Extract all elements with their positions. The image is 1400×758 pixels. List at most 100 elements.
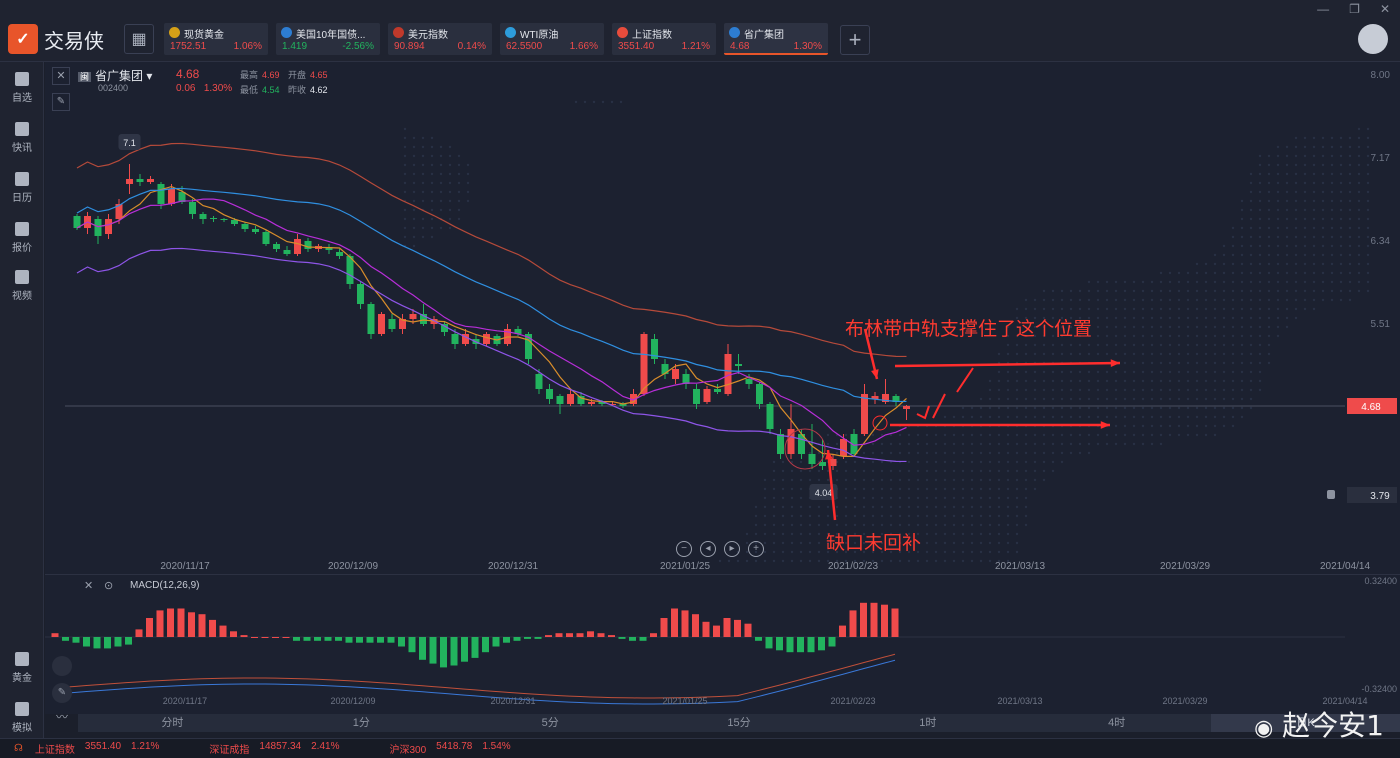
prev-button[interactable]: ◂ bbox=[700, 541, 716, 557]
map-dot bbox=[1258, 172, 1262, 176]
map-dot bbox=[412, 235, 416, 239]
symbol-tab[interactable]: WTI原油 62.5500 1.66% bbox=[500, 23, 604, 55]
map-dot bbox=[961, 415, 965, 419]
map-dot bbox=[1348, 190, 1352, 194]
sidebar-item-3[interactable]: 报价 bbox=[0, 222, 44, 254]
macd-close-button[interactable]: ✕ bbox=[84, 579, 93, 592]
edit-icon[interactable]: ✎ bbox=[52, 683, 72, 703]
map-dot bbox=[853, 478, 857, 482]
map-dot bbox=[1231, 397, 1235, 401]
map-dot bbox=[817, 523, 821, 527]
sidebar-item-1[interactable]: 快讯 bbox=[0, 122, 44, 154]
map-dot bbox=[925, 541, 929, 545]
macd-bar bbox=[587, 631, 594, 637]
symbol-tab[interactable]: 现货黄金 1752.51 1.06% bbox=[164, 23, 268, 55]
period-1[interactable]: 1分 bbox=[267, 714, 456, 732]
open-value: 开盘 4.65 bbox=[288, 70, 328, 80]
candle-body bbox=[388, 319, 396, 329]
sidebar-item-6[interactable]: 模拟 bbox=[0, 702, 44, 734]
sidebar-item-2[interactable]: 日历 bbox=[0, 172, 44, 204]
map-dot bbox=[1132, 379, 1136, 383]
map-dot bbox=[1186, 424, 1190, 428]
map-dot bbox=[718, 559, 722, 563]
next-button[interactable]: ▸ bbox=[724, 541, 740, 557]
status-index[interactable]: 深证成指 14857.34 2.41% bbox=[209, 741, 339, 756]
status-index[interactable]: 沪深300 5418.78 1.54% bbox=[389, 741, 510, 756]
sidebar-item-4[interactable]: 视频 bbox=[0, 270, 44, 302]
map-dot bbox=[439, 226, 443, 230]
map-dot bbox=[1285, 307, 1289, 311]
symbol-tab[interactable]: 上证指数 3551.40 1.21% bbox=[612, 23, 716, 55]
map-dot bbox=[799, 541, 803, 545]
zoom-in-button[interactable]: + bbox=[748, 541, 764, 557]
map-dot bbox=[1204, 298, 1208, 302]
map-dot bbox=[1294, 316, 1298, 320]
draw-tool-button[interactable]: ✎ bbox=[52, 93, 70, 111]
map-dot bbox=[1231, 298, 1235, 302]
stock-name[interactable]: 闽省广集团 ▾ bbox=[78, 67, 152, 84]
map-dot bbox=[1303, 145, 1307, 149]
map-dot bbox=[1015, 532, 1019, 536]
map-dot bbox=[1186, 415, 1190, 419]
top-bar: ✓ 交易侠 ▦ 现货黄金 1752.51 1.06% 美国10年国债... 1.419-… bbox=[0, 0, 1400, 62]
add-tab-button[interactable]: + bbox=[840, 25, 870, 55]
map-dot bbox=[1321, 172, 1325, 176]
close-icon[interactable]: ✕ bbox=[1380, 2, 1390, 16]
zoom-out-button[interactable]: − bbox=[676, 541, 692, 557]
map-dot bbox=[772, 550, 776, 554]
map-dot bbox=[1150, 442, 1154, 446]
prev-close-value: 昨收 4.62 bbox=[288, 85, 328, 95]
map-dot bbox=[1141, 289, 1145, 293]
wave-icon[interactable]: 〰 bbox=[52, 708, 72, 726]
sidebar-item-5[interactable]: 黄金 bbox=[0, 652, 44, 684]
map-dot bbox=[853, 460, 857, 464]
period-3[interactable]: 15分 bbox=[645, 714, 834, 732]
close-chart-button[interactable]: ✕ bbox=[52, 67, 70, 85]
map-dot bbox=[1033, 469, 1037, 473]
minimize-icon[interactable]: — bbox=[1317, 2, 1329, 16]
macd-bar bbox=[660, 618, 668, 637]
map-dot bbox=[1285, 235, 1289, 239]
map-dot bbox=[1357, 244, 1361, 248]
map-dot bbox=[970, 505, 974, 509]
symbol-tab[interactable]: 美元指数 90.894 0.14% bbox=[388, 23, 492, 55]
layout-grid-button[interactable]: ▦ bbox=[124, 24, 154, 54]
period-5[interactable]: 4时 bbox=[1022, 714, 1211, 732]
map-dot bbox=[1060, 415, 1064, 419]
app-logo[interactable]: ✓ 交易侠 bbox=[8, 24, 104, 54]
map-dot bbox=[952, 487, 956, 491]
period-2[interactable]: 5分 bbox=[456, 714, 645, 732]
symbol-tab[interactable]: 美国10年国债... 1.419 -2.56% bbox=[276, 23, 380, 55]
symbol-tab[interactable]: 省广集团 4.68 1.30% bbox=[724, 23, 828, 55]
period-0[interactable]: 分时 bbox=[78, 714, 267, 732]
map-dot bbox=[1051, 451, 1055, 455]
map-dot bbox=[403, 154, 407, 158]
map-dot bbox=[1312, 235, 1316, 239]
map-dot bbox=[1195, 415, 1199, 419]
map-dot bbox=[1330, 217, 1334, 221]
period-4[interactable]: 1时 bbox=[833, 714, 1022, 732]
restore-icon[interactable]: ❐ bbox=[1349, 2, 1360, 16]
map-dot bbox=[961, 406, 965, 410]
map-dot bbox=[1177, 334, 1181, 338]
headset-icon[interactable]: ☊ bbox=[14, 743, 23, 754]
map-dot bbox=[1294, 208, 1298, 212]
status-index[interactable]: 上证指数 3551.40 1.21% bbox=[35, 741, 160, 756]
map-dot bbox=[1204, 352, 1208, 356]
map-dot bbox=[1240, 289, 1244, 293]
map-dot bbox=[916, 433, 920, 437]
avatar[interactable] bbox=[1358, 24, 1388, 54]
map-dot bbox=[988, 433, 992, 437]
map-dot bbox=[1330, 253, 1334, 257]
candlestick-chart[interactable]: 8.007.176.345.514.683.794.683.797.14.042… bbox=[45, 62, 1400, 714]
map-dot bbox=[1330, 163, 1334, 167]
indicator-icon[interactable] bbox=[52, 656, 72, 676]
map-dot bbox=[1087, 307, 1091, 311]
map-dot bbox=[1303, 172, 1307, 176]
macd-settings-icon[interactable]: ⊙ bbox=[104, 579, 113, 592]
sidebar-item-0[interactable]: 自选 bbox=[0, 72, 44, 104]
candle-body bbox=[661, 364, 669, 374]
map-dot bbox=[1033, 442, 1037, 446]
map-dot bbox=[970, 496, 974, 500]
map-dot bbox=[844, 487, 848, 491]
